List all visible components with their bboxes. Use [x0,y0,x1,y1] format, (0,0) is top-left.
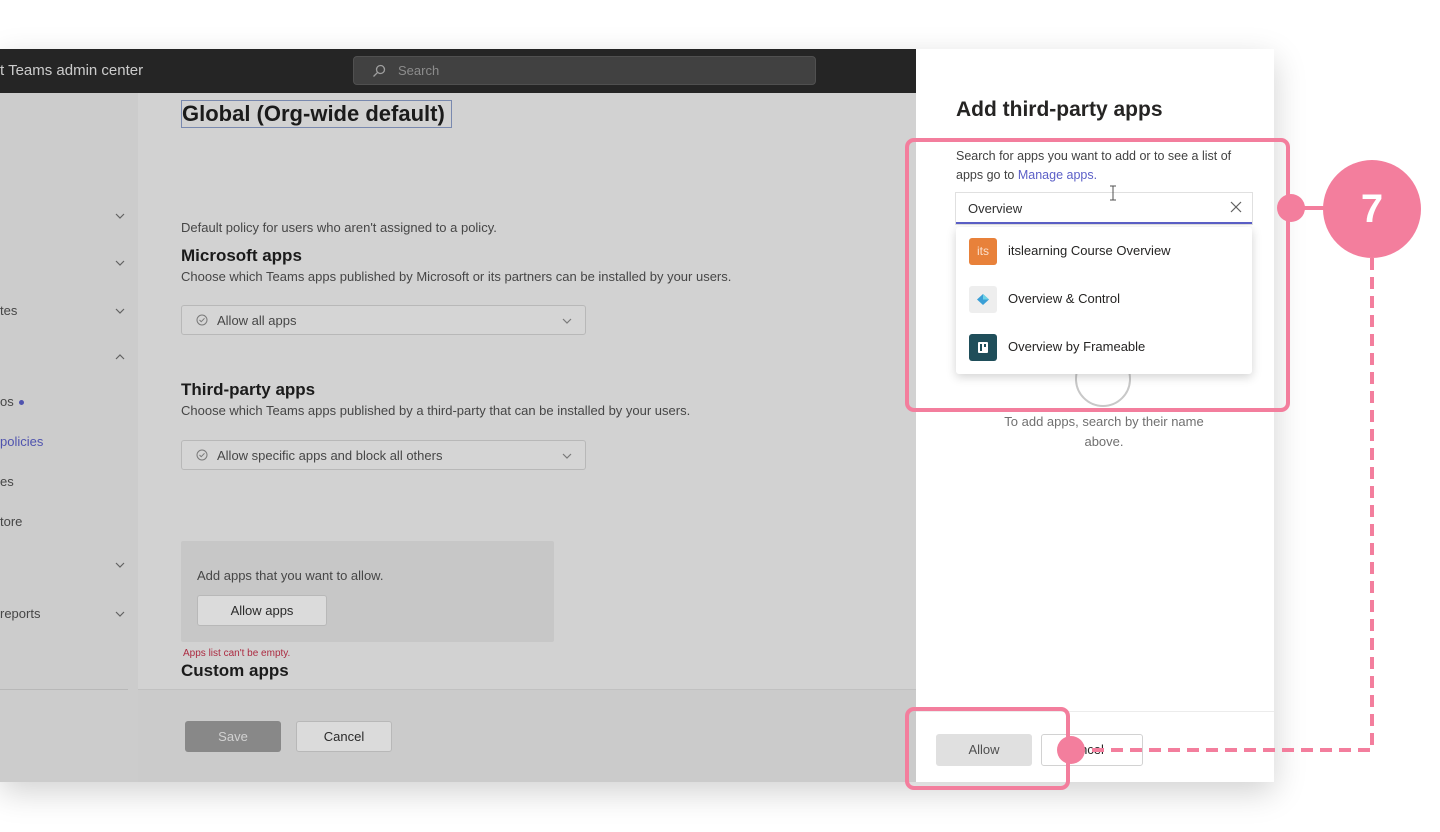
step-number-badge: 7 [1323,160,1421,258]
callout-connector-lines [1082,206,1374,752]
